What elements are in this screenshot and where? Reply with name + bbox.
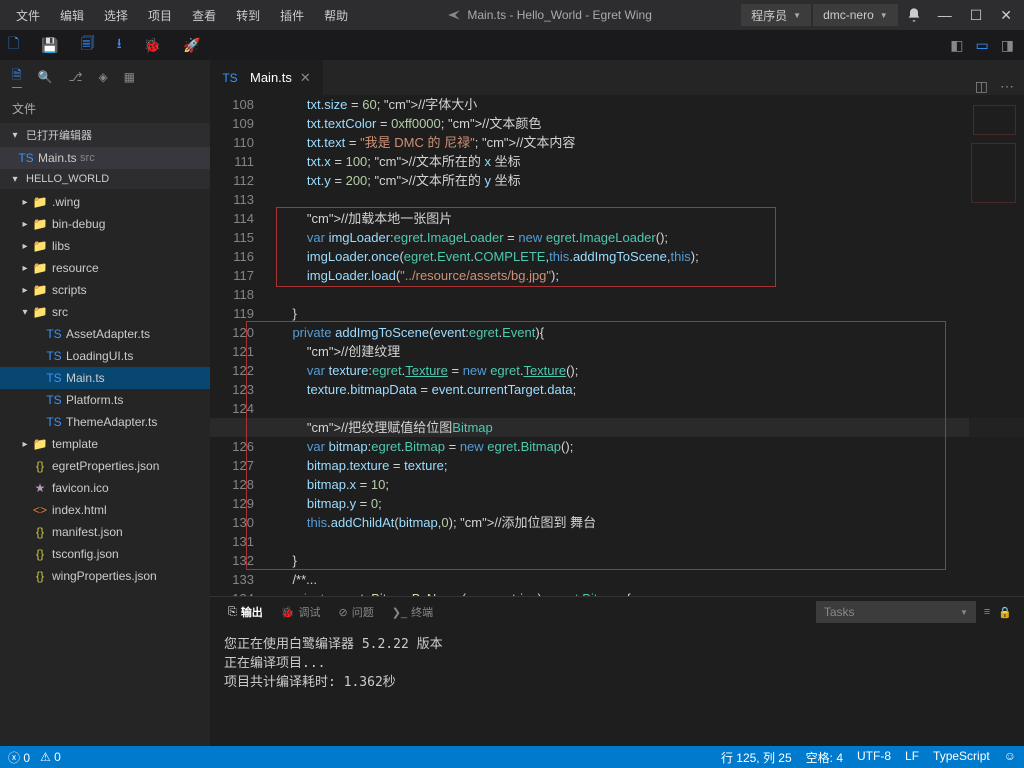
maximize-button[interactable]: ☐: [962, 3, 991, 28]
minimap[interactable]: [969, 95, 1024, 596]
menu-5[interactable]: 转到: [226, 1, 270, 30]
file-index.html[interactable]: <>index.html: [0, 499, 210, 521]
save-icon[interactable]: 💾: [41, 37, 58, 54]
panel-tab-problems[interactable]: ⊘ 问题: [333, 602, 380, 622]
folder-bin-debug[interactable]: ▸📁bin-debug: [0, 213, 210, 235]
file-egretProperties.json[interactable]: {}egretProperties.json: [0, 455, 210, 477]
folder-scripts[interactable]: ▸📁scripts: [0, 279, 210, 301]
save-all-icon[interactable]: 🗐: [81, 33, 95, 57]
wing-icon: [447, 8, 461, 22]
menu-items: 文件编辑选择项目查看转到插件帮助: [0, 1, 358, 30]
open-editor-item[interactable]: TSMain.ts src: [0, 147, 210, 169]
tabbar: TS Main.ts ✕ ◫ ⋯: [210, 60, 1024, 95]
status-encoding[interactable]: UTF-8: [857, 749, 891, 766]
folder-src[interactable]: ▾📁src: [0, 301, 210, 323]
status-bar: ⓧ 0 ⚠ 0 行 125, 列 25 空格: 4 UTF-8 LF TypeS…: [0, 746, 1024, 768]
file-wingProperties.json[interactable]: {}wingProperties.json: [0, 565, 210, 587]
split-editor-icon[interactable]: ◫: [975, 78, 988, 95]
lock-output-icon[interactable]: 🔒: [998, 606, 1012, 619]
scm-icon[interactable]: ⎇: [69, 70, 83, 84]
download-icon[interactable]: ⭳: [117, 33, 122, 57]
menu-0[interactable]: 文件: [6, 1, 50, 30]
file-tree: ▸📁.wing▸📁bin-debug▸📁libs▸📁resource▸📁scri…: [0, 189, 210, 746]
code-area[interactable]: 1081091101111121131141151161171181191201…: [210, 95, 1024, 596]
more-icon[interactable]: ⋯: [1000, 78, 1014, 95]
user-dropdown[interactable]: dmc-nero▼: [813, 4, 898, 26]
menu-7[interactable]: 帮助: [314, 1, 358, 30]
menu-2[interactable]: 选择: [94, 1, 138, 30]
toolbar: 🗋 💾 🗐 ⭳ 🐞 🚀 ◧ ▭ ◨: [0, 30, 1024, 60]
status-lang[interactable]: TypeScript: [933, 749, 990, 766]
menu-4[interactable]: 查看: [182, 1, 226, 30]
debug-icon[interactable]: 🐞: [144, 37, 161, 54]
editor: TS Main.ts ✕ ◫ ⋯ 10810911011111211311411…: [210, 60, 1024, 746]
folder-resource[interactable]: ▸📁resource: [0, 257, 210, 279]
panel-tab-output[interactable]: ⎘ 输出: [222, 602, 269, 622]
layout-split-h-icon[interactable]: ◧: [948, 35, 965, 56]
ts-icon: TS: [222, 71, 238, 85]
ext-icon[interactable]: ▦: [124, 70, 135, 84]
status-spaces[interactable]: 空格: 4: [806, 749, 843, 766]
close-tab-icon[interactable]: ✕: [300, 70, 311, 86]
launch-icon[interactable]: 🚀: [183, 37, 200, 54]
panel-tab-terminal[interactable]: ❯_ 终端: [386, 602, 439, 622]
file-Platform.ts[interactable]: TSPlatform.ts: [0, 389, 210, 411]
project-header[interactable]: ▾HELLO_WORLD: [0, 169, 210, 189]
status-errors[interactable]: ⓧ 0: [8, 749, 30, 766]
layout-split-v-icon[interactable]: ◨: [999, 35, 1016, 56]
search-icon[interactable]: 🔍: [38, 70, 53, 84]
layout-full-icon[interactable]: ▭: [974, 35, 991, 56]
folder-.wing[interactable]: ▸📁.wing: [0, 191, 210, 213]
panel-tab-debug[interactable]: 🐞 调试: [275, 602, 327, 622]
menubar: 文件编辑选择项目查看转到插件帮助 Main.ts - Hello_World -…: [0, 0, 1024, 30]
status-eol[interactable]: LF: [905, 749, 919, 766]
folder-template[interactable]: ▸📁template: [0, 433, 210, 455]
file-favicon.ico[interactable]: ★favicon.ico: [0, 477, 210, 499]
menu-3[interactable]: 项目: [138, 1, 182, 30]
panel-output[interactable]: 您正在使用白鹭编译器 5.2.22 版本 正在编译项目... 项目共计编译耗时:…: [210, 627, 1024, 746]
sidebar: 🗎 🔍 ⎇ ◈ ▦ 文件 ▾已打开编辑器 TSMain.ts src ▾HELL…: [0, 60, 210, 746]
open-editors-header[interactable]: ▾已打开编辑器: [0, 123, 210, 147]
explorer-icon[interactable]: 🗎: [12, 66, 22, 88]
panel: ⎘ 输出 🐞 调试 ⊘ 问题 ❯_ 终端 Tasks▼ ≡ 🔒 您正在使用白鹭编…: [210, 596, 1024, 746]
sidebar-title: 文件: [0, 94, 210, 123]
file-LoadingUI.ts[interactable]: TSLoadingUI.ts: [0, 345, 210, 367]
menu-6[interactable]: 插件: [270, 1, 314, 30]
file-Main.ts[interactable]: TSMain.ts: [0, 367, 210, 389]
clear-output-icon[interactable]: ≡: [984, 606, 990, 618]
status-cursor[interactable]: 行 125, 列 25: [721, 749, 792, 766]
tasks-dropdown[interactable]: Tasks▼: [816, 601, 976, 623]
status-warnings[interactable]: ⚠ 0: [40, 750, 61, 764]
file-AssetAdapter.ts[interactable]: TSAssetAdapter.ts: [0, 323, 210, 345]
debug2-icon[interactable]: ◈: [98, 70, 107, 84]
tab-main-ts[interactable]: TS Main.ts ✕: [210, 60, 323, 95]
new-file-icon[interactable]: 🗋: [8, 33, 19, 57]
role-dropdown[interactable]: 程序员▼: [741, 4, 811, 26]
status-feedback-icon[interactable]: ☺: [1004, 749, 1016, 766]
bell-icon[interactable]: [900, 7, 928, 23]
folder-libs[interactable]: ▸📁libs: [0, 235, 210, 257]
file-tsconfig.json[interactable]: {}tsconfig.json: [0, 543, 210, 565]
file-manifest.json[interactable]: {}manifest.json: [0, 521, 210, 543]
menu-1[interactable]: 编辑: [50, 1, 94, 30]
close-button[interactable]: ✕: [992, 3, 1020, 28]
window-title: Main.ts - Hello_World - Egret Wing: [358, 8, 741, 22]
file-ThemeAdapter.ts[interactable]: TSThemeAdapter.ts: [0, 411, 210, 433]
minimize-button[interactable]: —: [930, 3, 960, 27]
